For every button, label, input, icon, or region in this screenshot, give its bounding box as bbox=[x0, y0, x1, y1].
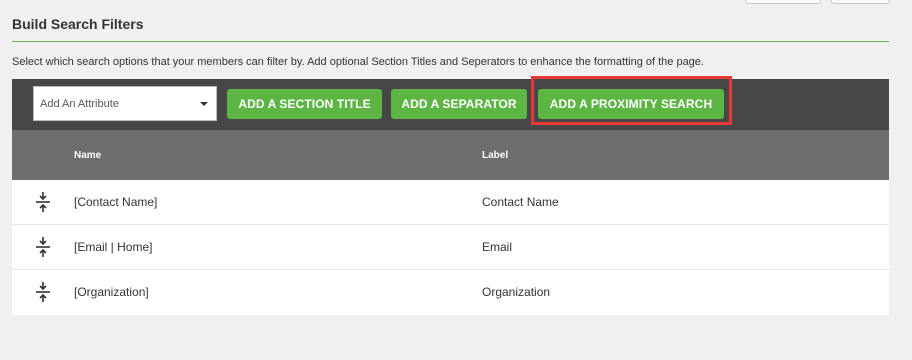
drag-handle-icon[interactable] bbox=[34, 281, 52, 303]
row-name: [Email | Home] bbox=[74, 240, 153, 254]
add-attribute-placeholder: Add An Attribute bbox=[40, 97, 119, 110]
table-header: Name Label bbox=[12, 130, 889, 180]
filter-toolbar: Add An Attribute ADD A SECTION TITLE ADD… bbox=[12, 76, 889, 130]
table-row: [Organization] Organization bbox=[12, 270, 889, 315]
drag-handle-icon[interactable] bbox=[34, 236, 52, 258]
page-title: Build Search Filters bbox=[12, 16, 144, 32]
table-row: [Email | Home] Email bbox=[12, 225, 889, 270]
title-divider bbox=[12, 41, 889, 42]
filter-table: [Contact Name] Contact Name [Email | Hom… bbox=[12, 180, 889, 315]
row-label: Email bbox=[482, 240, 513, 254]
add-section-title-button[interactable]: ADD A SECTION TITLE bbox=[227, 89, 382, 119]
page: Build Search Filters Select which search… bbox=[0, 0, 912, 360]
table-row: [Contact Name] Contact Name bbox=[12, 180, 889, 225]
top-button-stub[interactable] bbox=[831, 0, 890, 4]
add-attribute-select[interactable]: Add An Attribute bbox=[33, 86, 217, 121]
top-button-stub[interactable] bbox=[745, 0, 821, 4]
add-proximity-search-button[interactable]: ADD A PROXIMITY SEARCH bbox=[538, 89, 724, 119]
drag-handle-icon[interactable] bbox=[34, 191, 52, 213]
column-header-name: Name bbox=[74, 150, 102, 161]
row-name: [Organization] bbox=[74, 285, 149, 299]
row-name: [Contact Name] bbox=[74, 195, 158, 209]
row-label: Organization bbox=[482, 285, 551, 299]
row-label: Contact Name bbox=[482, 195, 559, 209]
section-description: Select which search options that your me… bbox=[12, 56, 704, 68]
chevron-down-icon bbox=[200, 102, 208, 106]
column-header-label: Label bbox=[482, 150, 509, 161]
add-separator-button[interactable]: ADD A SEPARATOR bbox=[391, 89, 527, 119]
